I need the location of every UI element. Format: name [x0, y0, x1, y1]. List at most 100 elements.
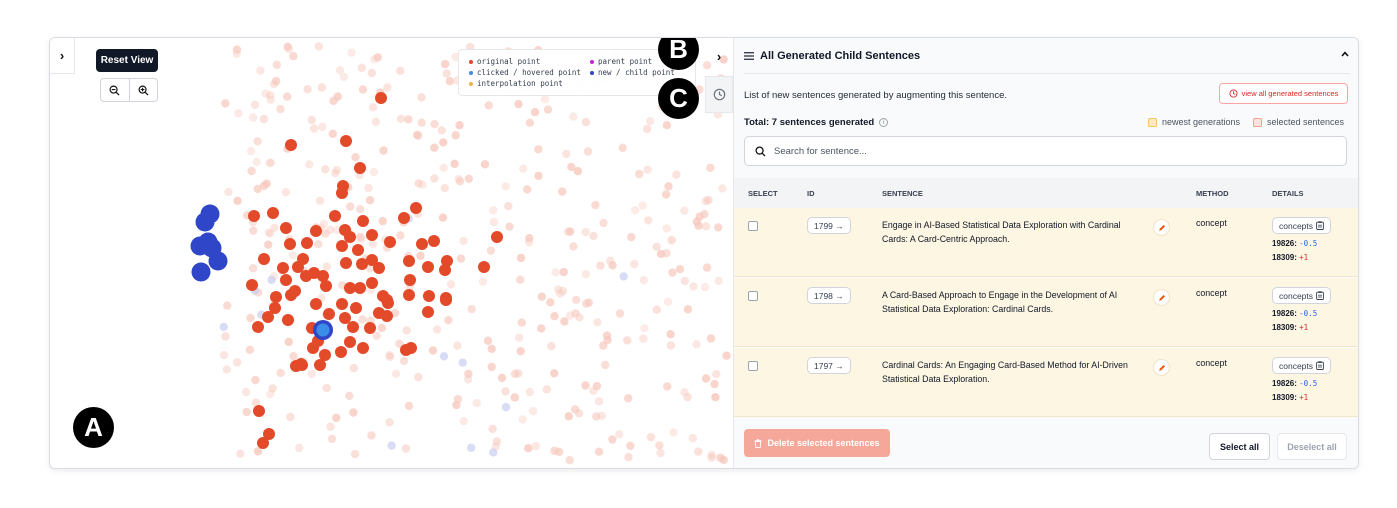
faded-point[interactable] [646, 432, 656, 442]
table-row[interactable]: 1798 → A Card-Based Approach to Engage i… [734, 278, 1358, 347]
faded-point[interactable] [542, 385, 551, 394]
faded-point[interactable] [367, 68, 376, 78]
faded-point[interactable] [528, 406, 538, 416]
faded-point[interactable] [689, 282, 698, 291]
faded-point[interactable] [472, 398, 481, 408]
original-point[interactable] [317, 270, 329, 282]
faded-point[interactable] [234, 109, 243, 118]
select-all-button[interactable]: Select all [1209, 433, 1270, 460]
faded-point[interactable] [487, 344, 496, 353]
faded-point[interactable] [515, 333, 524, 342]
faded-point[interactable] [245, 345, 255, 354]
faded-point[interactable] [404, 115, 413, 124]
faded-point[interactable] [322, 383, 331, 393]
original-point[interactable] [319, 349, 331, 361]
faded-point[interactable] [430, 119, 439, 129]
faded-point[interactable] [259, 114, 269, 124]
faded-point[interactable] [439, 163, 448, 172]
faded-point[interactable] [666, 341, 676, 350]
faded-point[interactable] [256, 66, 265, 75]
faded-point[interactable] [656, 448, 665, 458]
faded-point[interactable] [276, 104, 285, 114]
faded-point[interactable] [655, 441, 664, 450]
faded-point[interactable] [446, 280, 456, 289]
faded-point[interactable] [505, 222, 514, 231]
faded-point[interactable] [652, 242, 661, 251]
faded-point[interactable] [534, 145, 543, 154]
faded-point[interactable] [453, 341, 462, 350]
faded-point[interactable] [640, 324, 649, 333]
faded-point[interactable] [281, 188, 291, 197]
faded-point[interactable] [639, 334, 648, 343]
original-point[interactable] [292, 261, 304, 273]
original-point[interactable] [252, 321, 264, 333]
faded-point[interactable] [489, 217, 499, 227]
row-checkbox[interactable] [748, 221, 758, 231]
original-point[interactable] [364, 322, 376, 334]
faded-point[interactable] [602, 331, 612, 340]
original-point[interactable] [423, 290, 435, 302]
row-id-link[interactable]: 1798 → [807, 287, 851, 304]
faded-point[interactable] [401, 444, 411, 453]
faded-point[interactable] [516, 253, 526, 263]
faded-point[interactable] [635, 169, 644, 179]
faded-point[interactable] [219, 350, 229, 360]
faded-point[interactable] [593, 318, 602, 327]
original-point[interactable] [404, 274, 416, 286]
faded-point[interactable] [224, 187, 233, 197]
original-point[interactable] [491, 231, 503, 243]
edit-button[interactable] [1153, 289, 1170, 306]
original-point[interactable] [400, 344, 412, 356]
faded-point[interactable] [241, 387, 251, 397]
faded-point[interactable] [583, 147, 593, 156]
faded-point[interactable] [589, 386, 598, 395]
zoom-in-button[interactable] [128, 79, 158, 101]
faded-point[interactable] [652, 305, 661, 314]
faded-point[interactable] [581, 227, 590, 237]
faded-point[interactable] [662, 224, 671, 233]
original-point[interactable] [336, 240, 348, 252]
delete-selected-button[interactable]: Delete selected sentences [744, 429, 890, 457]
faded-point[interactable] [575, 313, 584, 322]
faded-point[interactable] [615, 430, 624, 439]
faded-point[interactable] [581, 299, 591, 308]
concepts-button[interactable]: concepts [1272, 357, 1332, 374]
faded-point[interactable] [501, 387, 510, 396]
faded-point[interactable] [276, 368, 285, 378]
faded-point[interactable] [383, 83, 392, 92]
faded-point[interactable] [418, 180, 427, 189]
faded-point[interactable] [305, 160, 314, 169]
faded-point[interactable] [683, 305, 693, 314]
faded-point[interactable] [326, 225, 335, 234]
scatter-plot-panel[interactable]: › Reset View original point clicked / ho… [50, 38, 733, 468]
faded-point[interactable] [351, 153, 360, 162]
faded-point[interactable] [439, 138, 448, 147]
faded-point[interactable] [413, 130, 422, 140]
faded-point[interactable] [347, 48, 356, 57]
child-point[interactable] [198, 232, 218, 252]
faded-point[interactable] [694, 447, 703, 456]
faded-point[interactable] [414, 372, 423, 382]
faded-point[interactable] [692, 340, 701, 349]
faded-point[interactable] [432, 325, 442, 334]
original-point[interactable] [410, 202, 422, 214]
faded-point[interactable] [253, 137, 262, 146]
faded-point[interactable] [456, 254, 466, 263]
faded-point[interactable] [428, 346, 438, 355]
faded-point[interactable] [510, 393, 519, 402]
faded-point[interactable] [367, 431, 376, 440]
faded-point[interactable] [540, 95, 550, 104]
faded-point[interactable] [519, 164, 528, 173]
faded-point[interactable] [467, 304, 476, 314]
faded-point[interactable] [510, 369, 520, 379]
faded-point[interactable] [547, 342, 556, 351]
original-point[interactable] [310, 225, 322, 237]
faded-point[interactable] [329, 96, 338, 105]
history-button[interactable] [705, 76, 733, 113]
original-point[interactable] [398, 212, 410, 224]
faded-point[interactable] [543, 105, 553, 114]
faded-point[interactable] [437, 126, 446, 135]
faded-point[interactable] [368, 103, 378, 112]
faded-point[interactable] [537, 324, 546, 333]
faded-point[interactable] [661, 190, 671, 199]
